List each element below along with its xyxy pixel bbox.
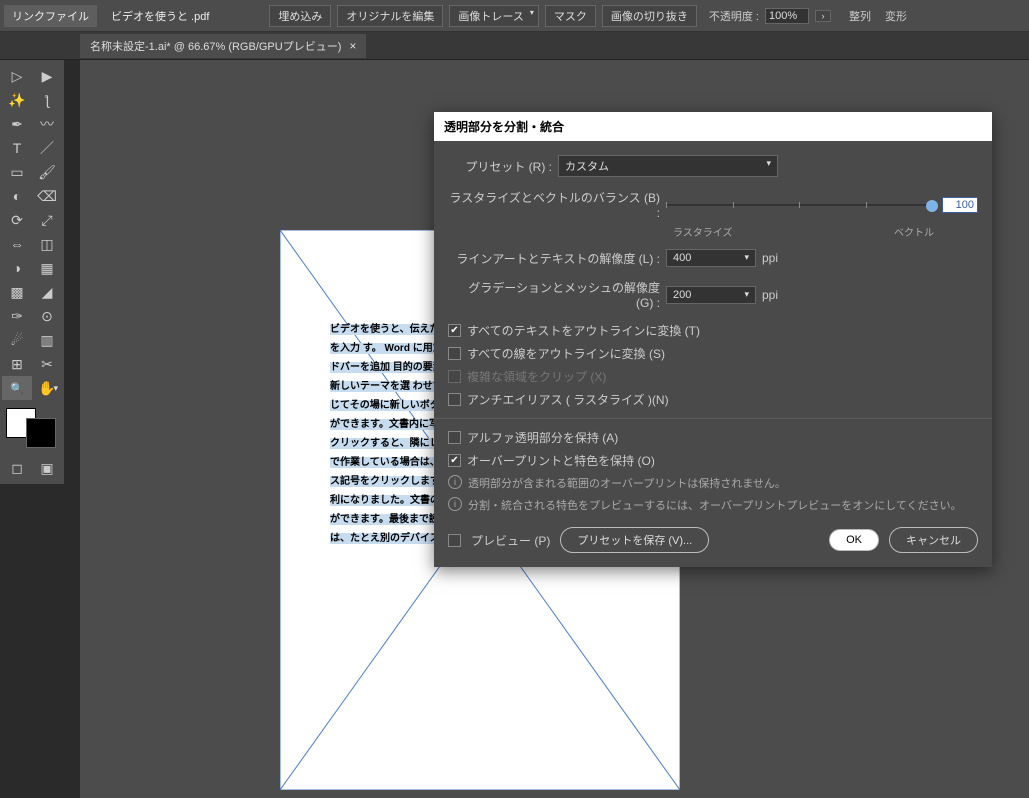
overprint-label: オーバープリントと特色を保持 (O) <box>467 452 655 469</box>
tab-bar: 名称未設定-1.ai* @ 66.67% (RGB/GPUプレビュー) × <box>0 32 1029 60</box>
preset-select[interactable]: カスタム <box>558 155 778 177</box>
alpha-checkbox[interactable] <box>448 431 461 444</box>
antialias-label: アンチエイリアス ( ラスタライズ )(N) <box>467 391 669 408</box>
mask-button[interactable]: マスク <box>545 5 596 27</box>
eraser-tool-icon[interactable]: ⌫ <box>32 184 62 208</box>
perspective-tool-icon[interactable]: ▦ <box>32 256 62 280</box>
tab-title: 名称未設定-1.ai* @ 66.67% (RGB/GPUプレビュー) <box>90 38 341 54</box>
toolbox: ▷▶ ✨ƪ ✒〰 T／ ▭🖌 ◐⌫ ⟳⤢ ⇔◫ ◑▦ ▩◢ ✑⊙ ☄▥ ⊞✂ 🔍… <box>0 60 64 484</box>
mesh-tool-icon[interactable]: ▩ <box>2 280 32 304</box>
linked-file-name: ビデオを使うと .pdf <box>103 8 217 24</box>
info-icon: i <box>448 497 462 511</box>
stroke-outline-checkbox[interactable] <box>448 347 461 360</box>
preview-label: プレビュー (P) <box>471 532 550 549</box>
symbol-sprayer-tool-icon[interactable]: ☄ <box>2 328 32 352</box>
zoom-tool-icon[interactable]: 🔍 <box>2 376 32 400</box>
stroke-outline-label: すべての線をアウトラインに変換 (S) <box>467 345 665 362</box>
image-trace-button[interactable]: 画像トレース <box>449 5 538 27</box>
graph-tool-icon[interactable]: ▥ <box>32 328 62 352</box>
slice-tool-icon[interactable]: ✂ <box>32 352 62 376</box>
scale-tool-icon[interactable]: ⤢ <box>32 208 62 232</box>
shaper-tool-icon[interactable]: ◐ <box>2 184 32 208</box>
flatten-transparency-dialog: 透明部分を分割・統合 プリセット (R) : カスタム ラスタライズとベクトルの… <box>434 112 992 567</box>
clip-complex-label: 複雑な領域をクリップ (X) <box>467 368 606 385</box>
balance-input[interactable] <box>942 197 978 213</box>
align-button[interactable]: 整列 <box>849 8 871 24</box>
type-tool-icon[interactable]: T <box>2 136 32 160</box>
shape-builder-tool-icon[interactable]: ◑ <box>2 256 32 280</box>
magic-wand-tool-icon[interactable]: ✨ <box>2 88 32 112</box>
embed-button[interactable]: 埋め込み <box>269 5 331 27</box>
line-tool-icon[interactable]: ／ <box>32 136 62 160</box>
transform-button[interactable]: 変形 <box>885 8 907 24</box>
info-text-1: 透明部分が含まれる範囲のオーバープリントは保持されません。 <box>468 475 786 491</box>
document-tab[interactable]: 名称未設定-1.ai* @ 66.67% (RGB/GPUプレビュー) × <box>80 34 366 58</box>
ppi-unit: ppi <box>762 251 778 265</box>
lineart-label: ラインアートとテキストの解像度 (L) : <box>448 250 666 267</box>
antialias-checkbox[interactable] <box>448 393 461 406</box>
alpha-label: アルファ透明部分を保持 (A) <box>467 429 618 446</box>
opacity-input[interactable] <box>765 8 809 24</box>
rectangle-tool-icon[interactable]: ▭ <box>2 160 32 184</box>
balance-slider[interactable] <box>666 198 932 212</box>
text-outline-label: すべてのテキストをアウトラインに変換 (T) <box>467 322 700 339</box>
rotate-tool-icon[interactable]: ⟳ <box>2 208 32 232</box>
lasso-tool-icon[interactable]: ƪ <box>32 88 62 112</box>
direct-selection-tool-icon[interactable]: ▶ <box>32 64 62 88</box>
balance-label: ラスタライズとベクトルのバランス (B) : <box>448 189 666 220</box>
opacity-label: 不透明度 : <box>709 8 759 24</box>
cancel-button[interactable]: キャンセル <box>889 527 978 553</box>
eyedropper-tool-icon[interactable]: ✑ <box>2 304 32 328</box>
pen-tool-icon[interactable]: ✒ <box>2 112 32 136</box>
edit-original-button[interactable]: オリジナルを編集 <box>337 5 443 27</box>
free-transform-tool-icon[interactable]: ◫ <box>32 232 62 256</box>
preview-checkbox[interactable] <box>448 534 461 547</box>
selection-tool-icon[interactable]: ▷ <box>2 64 32 88</box>
stroke-swatch[interactable] <box>26 418 56 448</box>
ok-button[interactable]: OK <box>829 529 879 551</box>
info-icon: i <box>448 475 462 489</box>
balance-right-label: ベクトル <box>894 224 934 239</box>
gradient-label: グラデーションとメッシュの解像度 (G) : <box>448 279 666 310</box>
balance-left-label: ラスタライズ <box>673 224 733 239</box>
link-file-indicator[interactable]: リンクファイル <box>4 5 97 27</box>
control-bar: リンクファイル ビデオを使うと .pdf 埋め込み オリジナルを編集 画像トレー… <box>0 0 1029 32</box>
crop-image-button[interactable]: 画像の切り抜き <box>602 5 697 27</box>
ppi-unit-2: ppi <box>762 288 778 302</box>
overprint-checkbox[interactable] <box>448 454 461 467</box>
curvature-tool-icon[interactable]: 〰 <box>32 112 62 136</box>
blend-tool-icon[interactable]: ⊙ <box>32 304 62 328</box>
info-text-2: 分割・統合される特色をプレビューするには、オーバープリントプレビューをオンにして… <box>468 497 962 513</box>
gradient-select[interactable]: 200 <box>666 286 756 304</box>
opacity-stepper[interactable]: › <box>815 10 831 22</box>
preset-label: プリセット (R) : <box>448 158 558 175</box>
artboard-tool-icon[interactable]: ⊞ <box>2 352 32 376</box>
width-tool-icon[interactable]: ⇔ <box>2 232 32 256</box>
paintbrush-tool-icon[interactable]: 🖌 <box>32 160 62 184</box>
color-swatch[interactable] <box>6 408 56 448</box>
clip-complex-checkbox <box>448 370 461 383</box>
draw-mode-icon[interactable]: ◻ <box>2 456 32 480</box>
save-preset-button[interactable]: プリセットを保存 (V)... <box>560 527 709 553</box>
dialog-title: 透明部分を分割・統合 <box>434 112 992 141</box>
gradient-tool-icon[interactable]: ◢ <box>32 280 62 304</box>
close-icon[interactable]: × <box>349 39 356 53</box>
text-outline-checkbox[interactable] <box>448 324 461 337</box>
screen-mode-icon[interactable]: ▣ <box>32 456 62 480</box>
lineart-select[interactable]: 400 <box>666 249 756 267</box>
